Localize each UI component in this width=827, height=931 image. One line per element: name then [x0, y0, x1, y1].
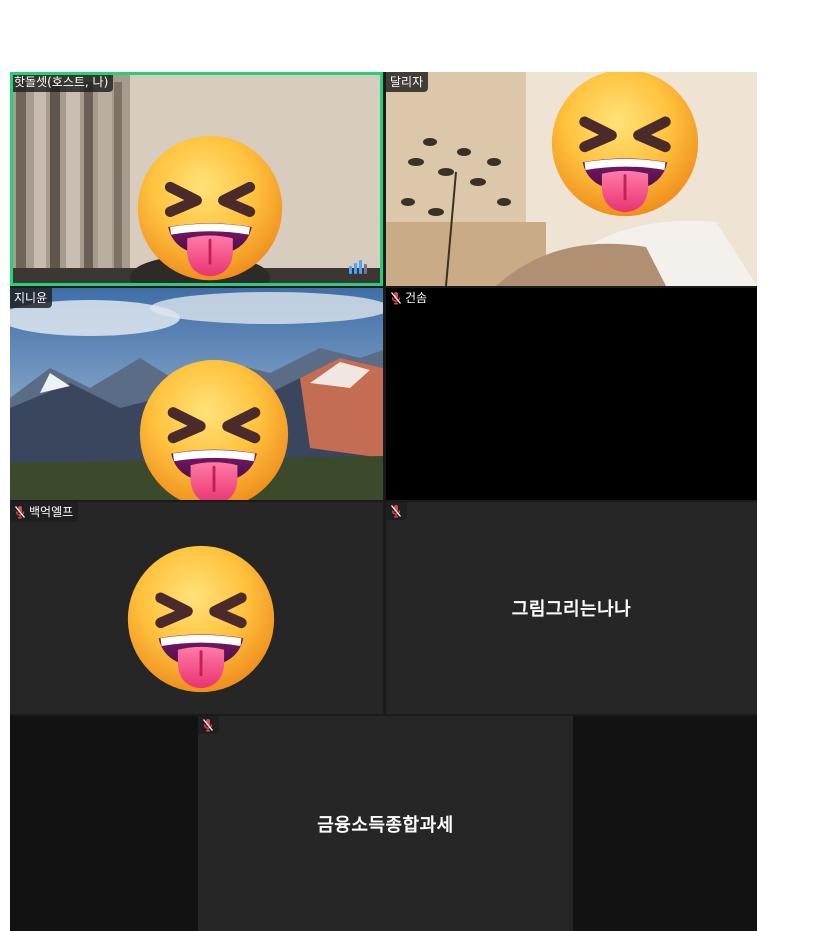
participant-tile-3[interactable]: 지니윤	[10, 288, 383, 500]
participant-tile-2[interactable]: 달리자	[386, 72, 757, 286]
participant-tile-5[interactable]: 백억엘프	[10, 502, 383, 714]
participant-name: 백억엘프	[29, 505, 74, 519]
participant-name-tag: 건솜	[386, 288, 433, 308]
participant-name-tag	[386, 502, 407, 520]
squinting-face-with-tongue-emoji	[134, 132, 286, 284]
participant-name-tag: 지니윤	[10, 288, 53, 308]
participant-name-tag: 핫돌셋(호스트, 나)	[10, 72, 114, 92]
participant-tile-host[interactable]: 핫돌셋(호스트, 나)	[10, 72, 383, 286]
gallery-bottom-row: 금융소득종합과세	[10, 716, 757, 931]
participant-display-name: 그림그리는나나	[511, 599, 632, 620]
participant-tile-6[interactable]: 그림그리는나나	[386, 502, 757, 714]
squinting-face-with-tongue-emoji	[124, 542, 278, 696]
participant-display-name: 금융소득종합과세	[317, 814, 454, 836]
participant-name: 달리자	[390, 75, 424, 89]
mic-off-icon	[390, 291, 402, 305]
participant-tile-4[interactable]: 건솜	[386, 288, 757, 500]
mic-off-icon	[390, 504, 402, 518]
participant-name: 건솜	[405, 291, 428, 305]
mic-off-icon	[202, 718, 214, 732]
participant-name-tag	[198, 716, 219, 734]
participant-tile-7[interactable]: 금융소득종합과세	[198, 716, 573, 931]
participant-name-tag: 달리자	[386, 72, 429, 92]
participant-name: 핫돌셋(호스트, 나)	[14, 75, 109, 89]
audio-level-icon	[349, 260, 367, 274]
participant-name-tag: 백억엘프	[10, 502, 79, 522]
video-gallery: 핫돌셋(호스트, 나) 달리자 지니윤 건솜 백억엘프 그림그리는나나 금융소득…	[10, 72, 757, 931]
participant-name: 지니윤	[14, 291, 48, 305]
mic-off-icon	[14, 505, 26, 519]
squinting-face-with-tongue-emoji	[136, 356, 292, 500]
squinting-face-with-tongue-emoji	[548, 72, 702, 220]
